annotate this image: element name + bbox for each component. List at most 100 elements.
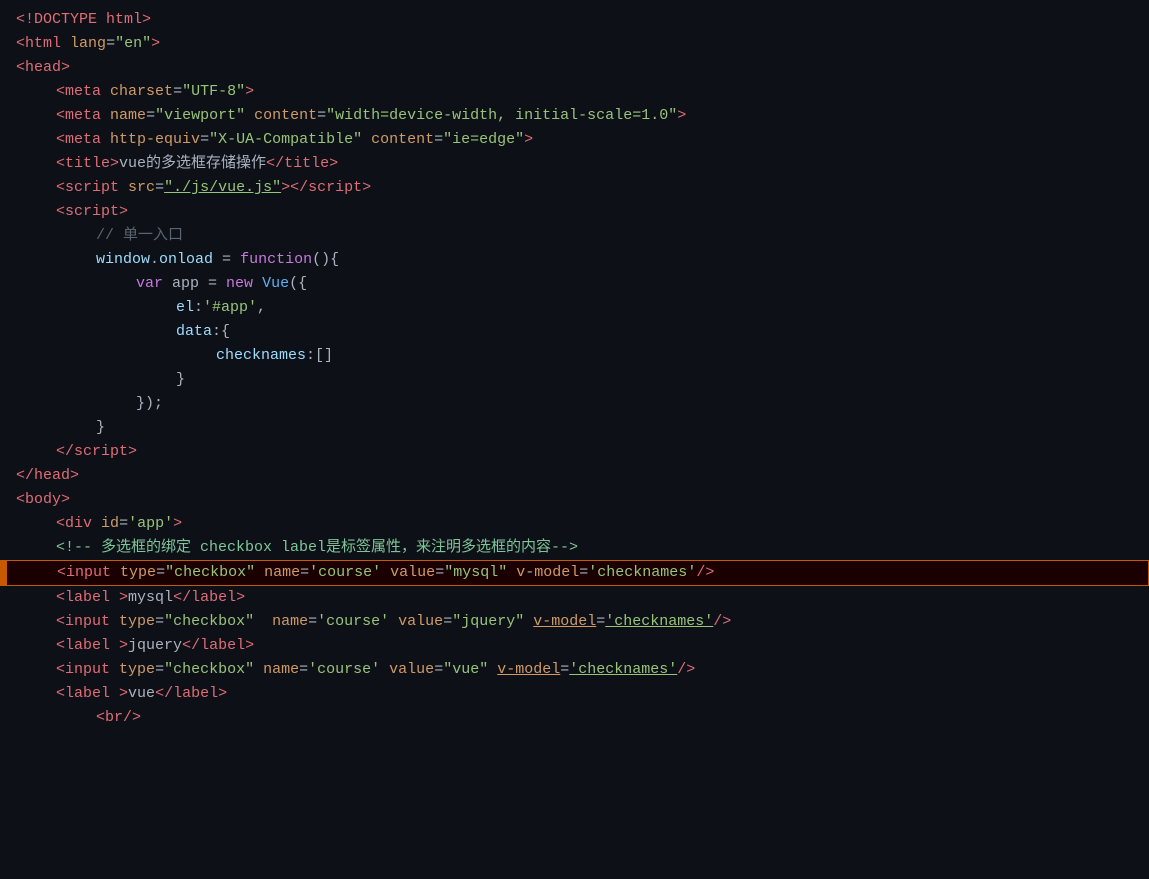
token: > bbox=[70, 464, 79, 488]
token: "vue" bbox=[443, 658, 488, 682]
token: function bbox=[240, 248, 312, 272]
token: < bbox=[56, 104, 65, 128]
token: app = bbox=[163, 272, 226, 296]
code-line-22: <body> bbox=[0, 488, 1149, 512]
code-line-13: el:'#app', bbox=[0, 296, 1149, 320]
token: script bbox=[65, 200, 119, 224]
token bbox=[362, 128, 371, 152]
token: < bbox=[16, 56, 25, 80]
token: > bbox=[677, 104, 686, 128]
token: value bbox=[398, 610, 443, 634]
token: label bbox=[65, 634, 110, 658]
token: input bbox=[65, 610, 110, 634]
token: div bbox=[65, 512, 92, 536]
token: <!DOCTYPE html> bbox=[16, 8, 151, 32]
token: Vue bbox=[262, 272, 289, 296]
token: </ bbox=[56, 440, 74, 464]
token bbox=[524, 610, 533, 634]
token: :{ bbox=[212, 320, 230, 344]
token: br bbox=[105, 706, 123, 730]
token: > bbox=[281, 176, 290, 200]
token bbox=[253, 272, 262, 296]
token: < bbox=[56, 176, 65, 200]
token: > bbox=[236, 586, 245, 610]
token: < bbox=[56, 610, 65, 634]
token: mysql bbox=[128, 586, 173, 610]
token: --> bbox=[551, 536, 578, 560]
token: name bbox=[110, 104, 146, 128]
code-editor: <!DOCTYPE html><html lang="en"><head> <m… bbox=[0, 0, 1149, 879]
token: "mysql" bbox=[444, 561, 507, 585]
token: = bbox=[173, 80, 182, 104]
token: "checkbox" bbox=[165, 561, 255, 585]
token: input bbox=[65, 658, 110, 682]
code-line-25: <input type="checkbox" name='course' val… bbox=[0, 560, 1149, 586]
token: name bbox=[272, 610, 308, 634]
token: checknames bbox=[216, 344, 306, 368]
token: 'course' bbox=[317, 610, 389, 634]
token: script bbox=[308, 176, 362, 200]
token: > bbox=[110, 586, 128, 610]
token: model bbox=[534, 561, 579, 585]
token: < bbox=[56, 200, 65, 224]
token: < bbox=[96, 706, 105, 730]
token bbox=[488, 658, 497, 682]
token: } bbox=[176, 368, 185, 392]
token: = bbox=[434, 658, 443, 682]
code-line-28: <label >jquery</label> bbox=[0, 634, 1149, 658]
token: :[] bbox=[306, 344, 333, 368]
token: = bbox=[300, 561, 309, 585]
token: < bbox=[56, 152, 65, 176]
token: label bbox=[191, 586, 236, 610]
token bbox=[119, 176, 128, 200]
token: ({ bbox=[289, 272, 307, 296]
token: script bbox=[65, 176, 119, 200]
token: 'course' bbox=[309, 561, 381, 585]
token: < bbox=[56, 512, 65, 536]
code-line-5: <meta name="viewport" content="width=dev… bbox=[0, 104, 1149, 128]
token: el bbox=[176, 296, 194, 320]
token: > bbox=[245, 634, 254, 658]
code-line-27: <input type="checkbox" name='course' val… bbox=[0, 610, 1149, 634]
token: // 单一入口 bbox=[96, 224, 183, 248]
token: html bbox=[25, 32, 61, 56]
token: < bbox=[56, 128, 65, 152]
token: = bbox=[443, 610, 452, 634]
token bbox=[101, 128, 110, 152]
token: "en" bbox=[115, 32, 151, 56]
token: </ bbox=[266, 152, 284, 176]
token: content bbox=[254, 104, 317, 128]
token: > bbox=[128, 440, 137, 464]
token: = bbox=[155, 610, 164, 634]
token: . bbox=[150, 248, 159, 272]
token: </ bbox=[182, 634, 200, 658]
code-line-16: } bbox=[0, 368, 1149, 392]
token: v-model bbox=[497, 658, 560, 682]
code-line-31: <br/> bbox=[0, 706, 1149, 730]
token bbox=[101, 104, 110, 128]
token: charset bbox=[110, 80, 173, 104]
token: "checkbox" bbox=[164, 658, 254, 682]
token: head bbox=[34, 464, 70, 488]
token: > bbox=[218, 682, 227, 706]
code-line-6: <meta http-equiv="X-UA-Compatible" conte… bbox=[0, 128, 1149, 152]
code-line-4: <meta charset="UTF-8"> bbox=[0, 80, 1149, 104]
token: = bbox=[200, 128, 209, 152]
token bbox=[255, 561, 264, 585]
token: > bbox=[110, 634, 128, 658]
token: label bbox=[65, 682, 110, 706]
code-line-18: } bbox=[0, 416, 1149, 440]
token bbox=[254, 610, 272, 634]
token: name bbox=[263, 658, 299, 682]
token: > bbox=[524, 128, 533, 152]
token: input bbox=[66, 561, 111, 585]
token: = bbox=[560, 658, 569, 682]
token: 'course' bbox=[308, 658, 380, 682]
token bbox=[92, 512, 101, 536]
token: body bbox=[25, 488, 61, 512]
token: meta bbox=[65, 80, 101, 104]
token: = bbox=[434, 128, 443, 152]
token: 'app' bbox=[128, 512, 173, 536]
token: content bbox=[371, 128, 434, 152]
token: v bbox=[516, 561, 525, 585]
